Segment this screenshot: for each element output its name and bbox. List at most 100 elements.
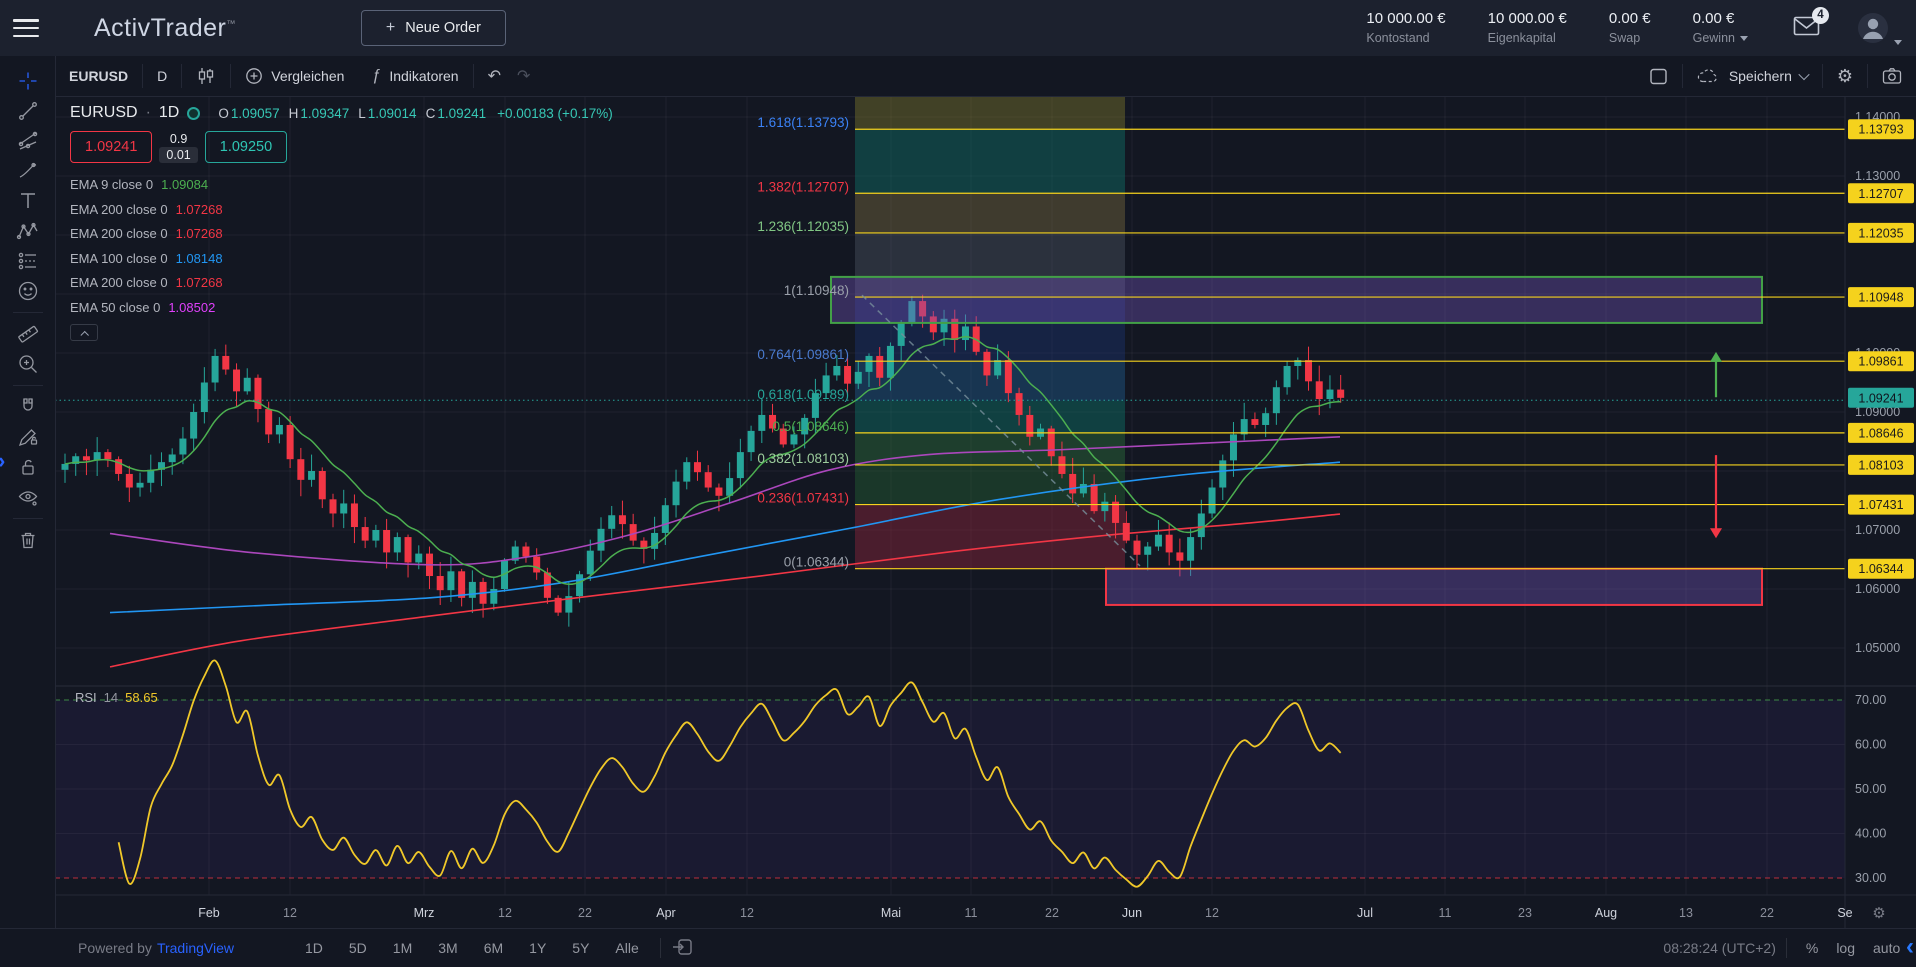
- user-avatar[interactable]: [1856, 11, 1902, 45]
- interval-button[interactable]: D: [143, 56, 181, 96]
- time-tick: Mai: [881, 906, 901, 920]
- stat-label: Eigenkapital: [1488, 30, 1567, 47]
- range-button-5d[interactable]: 5D: [338, 937, 378, 959]
- stat-label: Kontostand: [1366, 30, 1445, 47]
- range-button-1m[interactable]: 1M: [382, 937, 423, 959]
- layout-button[interactable]: [1635, 56, 1682, 96]
- fib-retracement-band[interactable]: [855, 97, 1125, 569]
- tool-magnet[interactable]: [8, 392, 48, 422]
- redo-button[interactable]: ↷: [515, 56, 544, 96]
- save-button[interactable]: Speichern: [1683, 56, 1822, 96]
- zoom-in-icon: [16, 352, 40, 376]
- fib-label: 0.382(1.08103): [757, 451, 849, 466]
- price-axis[interactable]: 1.140001.130001.100001.090001.070001.060…: [1845, 96, 1914, 929]
- price-badge-yellow: 1.07431: [1848, 495, 1914, 515]
- tool-gann-fib[interactable]: [8, 126, 48, 156]
- indicator-row[interactable]: EMA 50 close 01.08502: [70, 296, 613, 321]
- app-logo: ActivTrader™: [94, 14, 236, 43]
- tool-brush[interactable]: [8, 156, 48, 186]
- down-arrow[interactable]: [1710, 455, 1722, 538]
- time-tick: Feb: [198, 906, 220, 920]
- chart-style-button[interactable]: [182, 56, 230, 96]
- lock-all-icon: [16, 455, 40, 479]
- powered-by: Powered by TradingView: [78, 940, 234, 956]
- settings-button[interactable]: ⚙: [1823, 56, 1867, 96]
- time-tick: 23: [1518, 906, 1532, 920]
- legend-interval[interactable]: 1D: [159, 104, 179, 122]
- rsi-pane[interactable]: [55, 660, 1916, 886]
- legend-symbol[interactable]: EURUSD: [70, 104, 138, 122]
- buy-button[interactable]: 1.09250: [205, 131, 287, 163]
- tool-xabcd-pattern[interactable]: [8, 216, 48, 246]
- market-status-icon[interactable]: [187, 107, 200, 120]
- menu-icon[interactable]: [13, 19, 39, 37]
- symbol-button[interactable]: EURUSD: [55, 56, 142, 96]
- range-button-alle[interactable]: Alle: [604, 937, 649, 959]
- indicator-row[interactable]: EMA 200 close 01.07268: [70, 198, 613, 223]
- time-axis-gear-icon[interactable]: ⚙: [1872, 905, 1885, 922]
- mail-button[interactable]: 4: [1793, 15, 1820, 42]
- auto-scale-button[interactable]: auto: [1864, 940, 1906, 956]
- time-axis[interactable]: Feb12Mrz1222Apr12Mai1122Jun12Jul1123Aug1…: [55, 895, 1916, 922]
- spread-value: 0.01: [159, 147, 197, 163]
- range-button-1y[interactable]: 1Y: [518, 937, 557, 959]
- tool-trend-line[interactable]: [8, 96, 48, 126]
- fib-label: 0.5(1.08646): [772, 419, 849, 434]
- time-tick: 12: [1205, 906, 1219, 920]
- tool-lock-all[interactable]: [8, 452, 48, 482]
- change-value: +0.00183 (+0.17%): [497, 106, 613, 121]
- price-tick: 1.05000: [1855, 641, 1900, 655]
- indicators-button[interactable]: ƒ Indikatoren: [358, 56, 472, 96]
- range-button-6m[interactable]: 6M: [473, 937, 514, 959]
- account-stat-gewinn[interactable]: 0.00 €Gewinn: [1693, 9, 1748, 46]
- fib-label: 0.764(1.09861): [757, 347, 849, 362]
- tool-forecast[interactable]: [8, 246, 48, 276]
- indicator-row[interactable]: EMA 100 close 01.08148: [70, 247, 613, 272]
- ohlc-item: C1.09241: [426, 106, 487, 121]
- brush-icon: [16, 159, 40, 183]
- range-button-5y[interactable]: 5Y: [561, 937, 600, 959]
- percent-scale-button[interactable]: %: [1797, 940, 1827, 956]
- ohlc-item: L1.09014: [358, 106, 416, 121]
- indicator-row[interactable]: EMA 9 close 01.09084: [70, 173, 613, 198]
- undo-button[interactable]: ↶: [474, 56, 515, 96]
- price-badge-current: 1.09241: [1848, 388, 1914, 408]
- tool-hide-all[interactable]: [8, 482, 48, 512]
- tool-ruler[interactable]: [8, 319, 48, 349]
- compare-button[interactable]: Vergleichen: [231, 56, 358, 96]
- ruler-icon: [16, 322, 40, 346]
- collapse-panel-chevron[interactable]: ‹: [1906, 935, 1914, 959]
- tool-remove-all[interactable]: [8, 525, 48, 555]
- up-arrow[interactable]: [1710, 352, 1722, 397]
- indicator-row[interactable]: EMA 200 close 01.07268: [70, 271, 613, 296]
- tool-zoom-in[interactable]: [8, 349, 48, 379]
- account-stat-kontostand: 10 000.00 €Kontostand: [1366, 9, 1445, 46]
- range-button-3m[interactable]: 3M: [427, 937, 468, 959]
- screenshot-button[interactable]: [1868, 56, 1916, 96]
- demand-zone-box[interactable]: [1106, 569, 1762, 605]
- panel-expand-chevron[interactable]: ›: [0, 448, 5, 474]
- indicator-row[interactable]: EMA 200 close 01.07268: [70, 222, 613, 247]
- time-tick: Aug: [1595, 906, 1617, 920]
- time-tick: Se: [1837, 906, 1852, 920]
- log-scale-button[interactable]: log: [1827, 940, 1864, 956]
- fib-label: 0.618(1.09189): [757, 387, 849, 402]
- time-tick: Jun: [1122, 906, 1142, 920]
- timezone-clock[interactable]: 08:28:24 (UTC+2): [1663, 940, 1775, 956]
- tool-emoji[interactable]: [8, 276, 48, 306]
- legend-collapse-button[interactable]: [70, 324, 98, 341]
- new-order-button[interactable]: + Neue Order: [361, 10, 506, 46]
- price-badge-yellow: 1.12707: [1848, 183, 1914, 203]
- tradingview-link[interactable]: TradingView: [157, 940, 234, 956]
- chart-area[interactable]: 1.618(1.13793)1.382(1.12707)1.236(1.1203…: [55, 96, 1916, 929]
- fib-label: 1.236(1.12035): [757, 219, 849, 234]
- go-to-date-button[interactable]: [671, 937, 693, 960]
- sell-button[interactable]: 1.09241: [70, 131, 152, 163]
- supply-zone-box[interactable]: [831, 277, 1762, 323]
- tool-drawing-lock[interactable]: [8, 422, 48, 452]
- tool-crosshair[interactable]: [8, 66, 48, 96]
- tool-text[interactable]: [8, 186, 48, 216]
- indicator-legend-rows: EMA 9 close 01.09084EMA 200 close 01.072…: [70, 173, 613, 320]
- rsi-tick: 50.00: [1855, 782, 1886, 796]
- range-button-1d[interactable]: 1D: [294, 937, 334, 959]
